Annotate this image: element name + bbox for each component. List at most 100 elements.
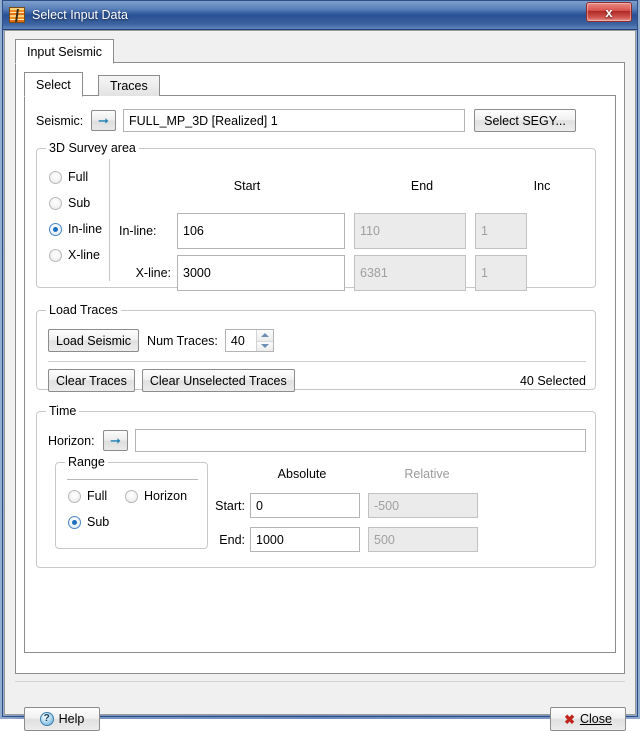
time-end-relative-input[interactable]: 500	[368, 527, 478, 552]
time-start-absolute-input[interactable]: 0	[250, 493, 360, 518]
survey-area-title: 3D Survey area	[46, 141, 139, 155]
time-end-label: End:	[219, 532, 245, 547]
horizon-input[interactable]	[135, 429, 586, 452]
column-header-end: End	[410, 179, 434, 193]
seismic-arrow-button[interactable]: ➞	[91, 110, 116, 131]
radio-range-sub-label: Sub	[87, 515, 110, 529]
inline-inc-input[interactable]: 1	[475, 213, 527, 249]
load-traces-group: Load Traces Load Seismic Num Traces: 40 …	[36, 303, 596, 392]
tab-traces[interactable]: Traces	[98, 75, 160, 96]
client-area: Input Seismic Select Traces Seismic: ➞ F	[4, 30, 636, 731]
seismic-stripes-icon	[9, 7, 25, 23]
survey-divider	[109, 159, 110, 281]
clear-unselected-traces-button[interactable]: Clear Unselected Traces	[141, 369, 295, 392]
application-window: Select Input Data x Input Seismic Select…	[0, 0, 640, 731]
window-close-button[interactable]: x	[586, 2, 632, 22]
close-icon: x	[605, 4, 613, 20]
column-header-relative: Relative	[404, 467, 450, 481]
load-traces-controls-row: Load Seismic Num Traces: 40	[48, 329, 274, 352]
time-row-end: End: 1000 500	[212, 527, 478, 552]
radio-range-full[interactable]: Full	[68, 489, 107, 503]
range-group: Range Full Horizon Sub	[55, 455, 208, 549]
inline-start-input[interactable]: 106	[177, 213, 345, 249]
clear-traces-row: Clear Traces Clear Unselected Traces 40 …	[48, 369, 586, 392]
load-traces-title: Load Traces	[46, 303, 121, 317]
radio-sub-indicator[interactable]	[49, 196, 62, 210]
spinner-up-icon[interactable]	[256, 330, 273, 341]
window-title: Select Input Data	[32, 8, 128, 22]
radio-xline[interactable]: X-line	[49, 248, 100, 262]
help-button[interactable]: Help	[24, 707, 100, 731]
horizon-row: Horizon: ➞	[48, 429, 586, 452]
num-traces-label: Num Traces:	[147, 333, 218, 348]
time-start-label: Start:	[215, 498, 245, 513]
xline-end-input[interactable]: 6381	[354, 255, 466, 291]
horizon-label: Horizon:	[48, 433, 95, 448]
radio-full-indicator[interactable]	[49, 170, 62, 184]
footer-separator	[15, 681, 625, 682]
radio-range-horizon-indicator[interactable]	[125, 489, 138, 503]
radio-range-full-label: Full	[87, 489, 108, 503]
selected-status: 40 Selected	[519, 373, 586, 388]
time-title: Time	[46, 404, 80, 418]
inner-tab-strip: Select Traces	[24, 72, 616, 97]
close-button-label: Close	[579, 712, 612, 726]
seismic-label: Seismic:	[36, 113, 84, 128]
radio-xline-label: X-line	[68, 248, 100, 262]
range-separator	[67, 479, 198, 480]
num-traces-arrows	[255, 330, 273, 351]
seismic-row: Seismic: ➞ FULL_MP_3D [Realized] 1 Selec…	[36, 109, 576, 132]
survey-row-inline: In-line: 106 110 1	[119, 213, 527, 249]
radio-range-horizon-label: Horizon	[144, 489, 188, 503]
inline-end-input[interactable]: 110	[354, 213, 466, 249]
tab-select-label: Select	[36, 77, 71, 92]
radio-range-horizon[interactable]: Horizon	[125, 489, 187, 503]
radio-inline[interactable]: In-line	[49, 222, 102, 236]
radio-range-full-indicator[interactable]	[68, 489, 81, 503]
xline-start-input[interactable]: 3000	[177, 255, 345, 291]
survey-row-xline: X-line: 3000 6381 1	[119, 255, 527, 291]
radio-xline-indicator[interactable]	[49, 248, 62, 262]
column-header-absolute: Absolute	[277, 467, 327, 481]
radio-inline-indicator[interactable]	[49, 222, 62, 236]
time-end-absolute-input[interactable]: 1000	[250, 527, 360, 552]
radio-sub-label: Sub	[68, 196, 91, 210]
xline-inc-input[interactable]: 1	[475, 255, 527, 291]
clear-traces-button[interactable]: Clear Traces	[48, 369, 135, 392]
select-segy-button[interactable]: Select SEGY...	[474, 109, 576, 132]
load-traces-separator	[48, 361, 586, 362]
time-row-start: Start: 0 -500	[212, 493, 478, 518]
tab-select[interactable]: Select	[24, 72, 83, 97]
spinner-down-icon[interactable]	[256, 340, 273, 351]
radio-inline-label: In-line	[68, 222, 103, 236]
radio-range-sub[interactable]: Sub	[68, 515, 109, 529]
title-bar: Select Input Data x	[3, 1, 637, 30]
select-tab-panel: Seismic: ➞ FULL_MP_3D [Realized] 1 Selec…	[24, 95, 616, 653]
help-button-label: Help	[58, 712, 85, 726]
right-arrow-icon: ➞	[98, 113, 109, 128]
range-title: Range	[65, 455, 108, 469]
time-start-relative-input[interactable]: -500	[368, 493, 478, 518]
survey-row-inline-label: In-line:	[119, 224, 157, 238]
outer-tab-strip: Input Seismic	[15, 39, 625, 64]
horizon-arrow-button[interactable]: ➞	[103, 430, 128, 451]
tab-input-seismic[interactable]: Input Seismic	[15, 39, 115, 64]
tab-traces-label: Traces	[110, 79, 148, 93]
num-traces-value[interactable]: 40	[226, 330, 256, 351]
load-seismic-button[interactable]: Load Seismic	[48, 329, 140, 352]
close-dialog-button[interactable]: ✖ Close	[550, 707, 626, 731]
survey-area-group: 3D Survey area Full Sub In-line X-line S…	[36, 141, 596, 291]
red-x-icon: ✖	[564, 711, 575, 727]
column-header-start: Start	[233, 179, 261, 193]
right-arrow-icon: ➞	[110, 433, 121, 448]
radio-range-sub-indicator[interactable]	[68, 515, 81, 529]
time-group: Time Horizon: ➞ Range Full Horizon Sub A…	[36, 404, 596, 568]
question-mark-icon	[39, 712, 54, 726]
seismic-input[interactable]: FULL_MP_3D [Realized] 1	[123, 109, 465, 132]
column-header-inc: Inc	[533, 179, 551, 193]
survey-row-xline-label: X-line:	[135, 266, 171, 280]
tab-input-seismic-label: Input Seismic	[27, 44, 103, 59]
radio-full[interactable]: Full	[49, 170, 88, 184]
num-traces-spinner[interactable]: 40	[224, 329, 274, 352]
radio-sub[interactable]: Sub	[49, 196, 90, 210]
